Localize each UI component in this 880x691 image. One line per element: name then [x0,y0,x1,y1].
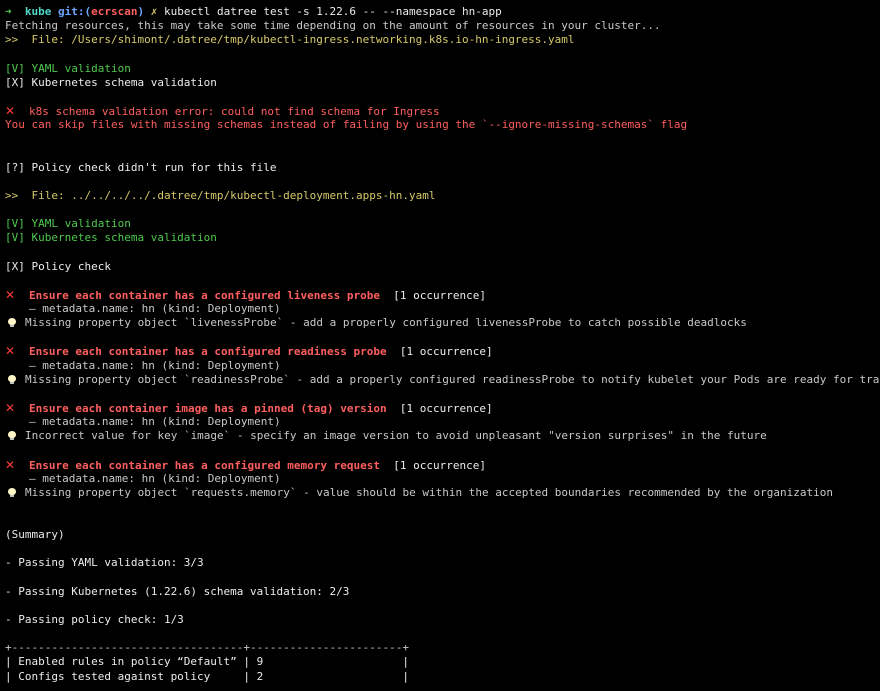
git-close: ) [137,5,145,18]
rule-metadata-line: — metadata.name: hn (kind: Deployment) [5,472,880,486]
file1-policy-check: [?] Policy check didn't run for this fil… [5,160,277,174]
table-border: +-----------------------------------+---… [5,641,409,655]
intro-text: Fetching resources, this may take some t… [5,19,661,33]
rule-metadata: — metadata.name: hn (kind: Deployment) [29,358,281,372]
file1-yaml-validation: [V] YAML validation [5,61,131,75]
rule-title-line: ✕ Ensure each container image has a pinne… [5,401,880,415]
error-x-icon: ✕ [5,400,16,415]
error-x-icon: ✕ [5,287,16,302]
file2-header: >> File: ../../../../.datree/tmp/kubectl… [5,188,436,202]
rule-title: Ensure each container has a configured m… [29,458,380,472]
lightbulb-icon [8,318,16,328]
rule-hint-line: Incorrect value for key `image` - specif… [5,429,880,443]
rule-metadata: — metadata.name: hn (kind: Deployment) [29,301,281,315]
rule-metadata-line: — metadata.name: hn (kind: Deployment) [5,415,880,429]
lightbulb-icon [8,374,16,384]
rule-title-line: ✕ Ensure each container has a configured … [5,288,880,302]
summary-yaml: - Passing YAML validation: 3/3 [5,556,204,570]
git-branch: ecrscan [91,5,138,18]
dirty-mark: ✗ [150,5,158,18]
rule-metadata: — metadata.name: hn (kind: Deployment) [29,415,281,429]
prompt-arrow: ➜ [5,5,12,18]
rule-metadata: — metadata.name: hn (kind: Deployment) [29,471,281,485]
rule-title: Ensure each container has a configured r… [29,345,387,359]
file1-schema-error-line: ✕ k8s schema validation error: could not … [5,104,880,118]
file1-schema-error: k8s schema validation error: could not f… [29,104,440,118]
file2-yaml-validation: [V] YAML validation [5,217,131,231]
rule-hint-line: Missing property object `livenessProbe` … [5,316,880,330]
rule-hint-line: Missing property object `readinessProbe`… [5,373,880,387]
terminal-window[interactable]: ➜ kube git:(ecrscan) ✗ kubectl datree te… [0,0,880,691]
rule-metadata-line: — metadata.name: hn (kind: Deployment) [5,359,880,373]
lightbulb-icon [8,487,16,497]
file1-skip-hint: You can skip files with missing schemas … [5,118,688,132]
rule-metadata-line: — metadata.name: hn (kind: Deployment) [5,302,880,316]
git-label: git:( [58,5,92,18]
command-text: kubectl datree test -s 1.22.6 -- --names… [163,5,502,18]
rule-hint: Missing property object `readinessProbe`… [25,372,880,386]
rule-occurrence: [1 occurrence] [399,345,493,359]
rule-title: Ensure each container image has a pinned… [29,401,387,415]
rule-hint: Missing property object `livenessProbe` … [25,316,747,330]
rule-hint: Missing property object `requests.memory… [25,485,833,499]
table-row: | Enabled rules in policy “Default” | 9 … [5,655,409,669]
file2-schema-validation: [V] Kubernetes schema validation [5,231,217,245]
file2-policy-check: [X] Policy check [5,259,111,273]
summary-policy: - Passing policy check: 1/3 [5,613,184,627]
rule-title-line: ✕ Ensure each container has a configured … [5,458,880,472]
rule-hint: Incorrect value for key `image` - specif… [25,429,767,443]
prompt-dir: kube [24,5,52,18]
rule-title: Ensure each container has a configured l… [29,288,380,302]
rule-occurrence: [1 occurrence] [393,288,486,302]
prompt-line: ➜ kube git:(ecrscan) ✗ kubectl datree te… [5,5,880,19]
summary-schema: - Passing Kubernetes (1.22.6) schema val… [5,584,350,598]
table-row: | Configs tested against policy | 2 | [5,669,409,683]
rule-title-line: ✕ Ensure each container has a configured … [5,344,880,358]
rule-hint-line: Missing property object `requests.memory… [5,486,880,500]
file1-header: >> File: /Users/shimont/.datree/tmp/kube… [5,33,575,47]
error-x-icon: ✕ [5,103,16,118]
rule-occurrence: [1 occurrence] [399,401,493,415]
summary-heading: (Summary) [5,528,65,542]
error-x-icon: ✕ [5,344,16,359]
lightbulb-icon [8,431,16,441]
error-x-icon: ✕ [5,457,16,472]
rule-occurrence: [1 occurrence] [393,458,486,472]
file1-schema-validation: [X] Kubernetes schema validation [5,75,217,89]
